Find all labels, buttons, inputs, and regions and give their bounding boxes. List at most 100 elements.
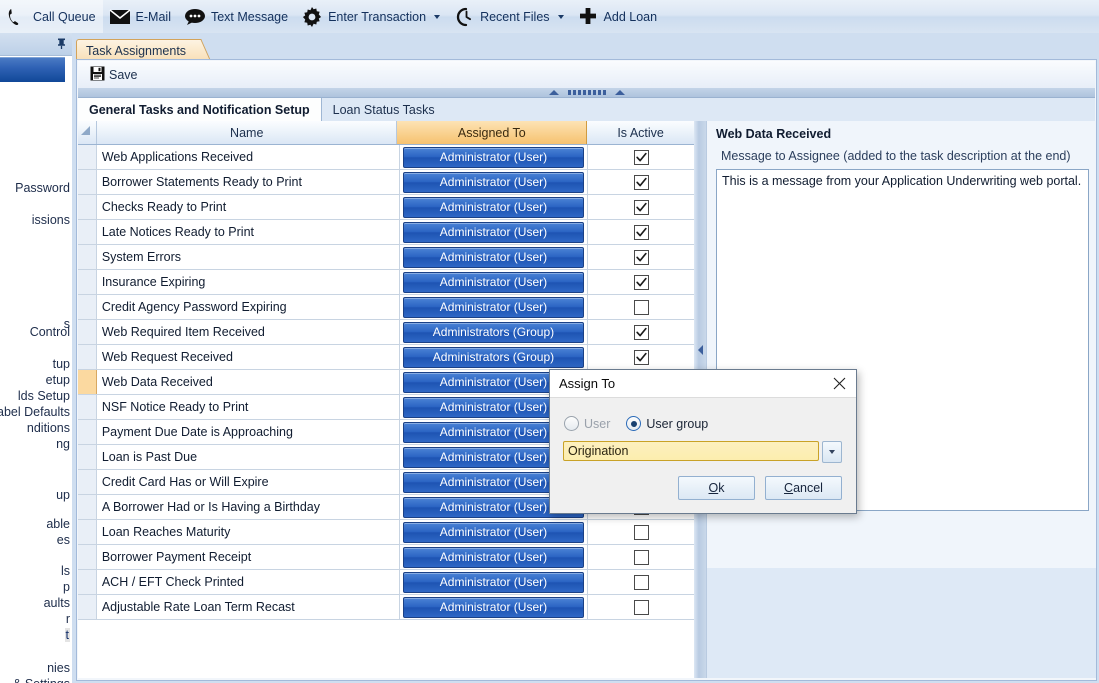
assign-to-button[interactable]: Administrators (Group) — [402, 346, 584, 368]
dialog-title-bar[interactable]: Assign To — [550, 370, 856, 398]
assign-to-button[interactable]: Administrator (User) — [402, 246, 584, 268]
cell-name[interactable]: Web Data Received — [97, 370, 400, 394]
cell-is-active[interactable] — [588, 520, 694, 544]
sidebar-item[interactable]: tup — [53, 357, 70, 371]
sidebar-item[interactable]: r — [66, 612, 70, 626]
assign-to-button[interactable]: Administrator (User) — [402, 271, 584, 293]
radio-user[interactable]: User — [564, 416, 610, 431]
checkbox-checked-icon[interactable] — [633, 249, 649, 265]
assign-to-button[interactable]: Administrator (User) — [402, 296, 584, 318]
checkbox-checked-icon[interactable] — [633, 349, 649, 365]
cell-name[interactable]: ACH / EFT Check Printed — [97, 570, 400, 594]
cell-is-active[interactable] — [588, 245, 694, 269]
cell-is-active[interactable] — [588, 345, 694, 369]
table-row[interactable]: Late Notices Ready to Print Administrator… — [78, 220, 694, 245]
checkbox-checked-icon[interactable] — [633, 199, 649, 215]
table-row[interactable]: Web Applications Received Administrator (… — [78, 145, 694, 170]
grid-header-is-active[interactable]: Is Active — [587, 121, 694, 144]
cell-name[interactable]: A Borrower Had or Is Having a Birthday — [97, 495, 400, 519]
sidebar-item[interactable]: issions — [32, 213, 70, 227]
assign-to-button[interactable]: Administrator (User) — [402, 196, 584, 218]
sidebar-item[interactable]: Password — [15, 181, 70, 195]
collapse-up-arrow-icon[interactable] — [548, 90, 559, 95]
sidebar-item[interactable]: & Settings — [13, 677, 70, 683]
tab-general-tasks-and-notification-setup[interactable]: General Tasks and Notification Setup — [78, 98, 322, 121]
cell-name[interactable]: Late Notices Ready to Print — [97, 220, 400, 244]
cell-name[interactable]: Loan is Past Due — [97, 445, 400, 469]
cell-assigned-to[interactable]: Administrator (User) — [400, 270, 589, 294]
cell-assigned-to[interactable]: Administrator (User) — [400, 220, 589, 244]
sidebar-item[interactable]: Control — [30, 325, 70, 339]
command-add-loan[interactable]: Add Loan — [571, 0, 665, 33]
pin-icon[interactable] — [55, 37, 68, 50]
cell-is-active[interactable] — [588, 220, 694, 244]
row-indicator[interactable] — [78, 145, 97, 169]
cell-is-active[interactable] — [588, 170, 694, 194]
command-email[interactable]: E-Mail — [103, 0, 178, 33]
assign-to-button[interactable]: Administrators (Group) — [402, 321, 584, 343]
table-row[interactable]: ACH / EFT Check Printed Administrator (Us… — [78, 570, 694, 595]
cell-name[interactable]: Credit Card Has or Will Expire — [97, 470, 400, 494]
collapse-left-arrow-icon[interactable] — [697, 344, 703, 355]
command-enter-transaction[interactable]: Enter Transaction — [295, 0, 447, 33]
cell-name[interactable]: Web Required Item Received — [97, 320, 400, 344]
sidebar-item[interactable]: ng — [56, 437, 70, 451]
row-indicator[interactable] — [78, 470, 97, 494]
table-row[interactable]: Borrower Payment Receipt Administrator (U… — [78, 545, 694, 570]
cell-name[interactable]: Adjustable Rate Loan Term Recast — [97, 595, 400, 619]
checkbox-checked-icon[interactable] — [633, 274, 649, 290]
cell-is-active[interactable] — [588, 570, 694, 594]
cell-assigned-to[interactable]: Administrator (User) — [400, 245, 589, 269]
table-row[interactable]: Web Required Item Received Administrators… — [78, 320, 694, 345]
sidebar-item[interactable]: lds Setup — [18, 389, 70, 403]
sidebar-item-selected[interactable]: t — [64, 628, 70, 642]
assign-to-button[interactable]: Administrator (User) — [402, 221, 584, 243]
cell-is-active[interactable] — [588, 145, 694, 169]
tab-loan-status-tasks[interactable]: Loan Status Tasks — [322, 98, 446, 121]
checkbox-checked-icon[interactable] — [633, 174, 649, 190]
table-row[interactable]: System Errors Administrator (User) — [78, 245, 694, 270]
sidebar-item[interactable]: nies — [47, 661, 70, 675]
cell-assigned-to[interactable]: Administrators (Group) — [400, 320, 589, 344]
chevron-down-icon[interactable] — [434, 14, 441, 19]
row-indicator[interactable] — [78, 320, 97, 344]
assign-to-button[interactable]: Administrator (User) — [402, 521, 584, 543]
cell-assigned-to[interactable]: Administrator (User) — [400, 195, 589, 219]
cell-name[interactable]: Payment Due Date is Approaching — [97, 420, 400, 444]
checkbox-checked-icon[interactable] — [633, 149, 649, 165]
cell-assigned-to[interactable]: Administrators (Group) — [400, 345, 589, 369]
row-indicator[interactable] — [78, 395, 97, 419]
cell-is-active[interactable] — [588, 195, 694, 219]
sidebar-item[interactable]: ls — [61, 564, 70, 578]
grid-header-select-all[interactable] — [78, 121, 97, 144]
table-row[interactable]: Borrower Statements Ready to Print Admini… — [78, 170, 694, 195]
cancel-button[interactable]: Cancel — [765, 476, 842, 500]
row-indicator[interactable] — [78, 595, 97, 619]
checkbox-unchecked-icon[interactable] — [633, 599, 649, 615]
cell-assigned-to[interactable]: Administrator (User) — [400, 145, 589, 169]
row-indicator[interactable] — [78, 345, 97, 369]
cell-name[interactable]: Loan Reaches Maturity — [97, 520, 400, 544]
row-current-indicator[interactable] — [78, 370, 97, 394]
row-indicator[interactable] — [78, 420, 97, 444]
checkbox-unchecked-icon[interactable] — [633, 574, 649, 590]
user-group-value[interactable]: Origination — [563, 441, 819, 461]
cell-is-active[interactable] — [588, 270, 694, 294]
assign-to-button[interactable]: Administrator (User) — [402, 571, 584, 593]
user-group-combobox[interactable]: Origination — [563, 441, 842, 463]
chevron-down-icon[interactable] — [557, 14, 564, 19]
cell-is-active[interactable] — [588, 545, 694, 569]
sidebar-item[interactable]: p — [63, 580, 70, 594]
table-row[interactable]: Credit Agency Password Expiring Administr… — [78, 295, 694, 320]
sidebar-item[interactable]: nditions — [27, 421, 70, 435]
collapse-up-arrow-icon[interactable] — [614, 90, 625, 95]
cell-assigned-to[interactable]: Administrator (User) — [400, 545, 589, 569]
command-recent-files[interactable]: Recent Files — [447, 0, 570, 33]
cell-name[interactable]: Borrower Payment Receipt — [97, 545, 400, 569]
table-row[interactable]: Insurance Expiring Administrator (User) — [78, 270, 694, 295]
cell-name[interactable]: System Errors — [97, 245, 400, 269]
cell-name[interactable]: Checks Ready to Print — [97, 195, 400, 219]
cell-name[interactable]: Web Request Received — [97, 345, 400, 369]
cell-is-active[interactable] — [588, 320, 694, 344]
ok-button[interactable]: Ok — [678, 476, 755, 500]
